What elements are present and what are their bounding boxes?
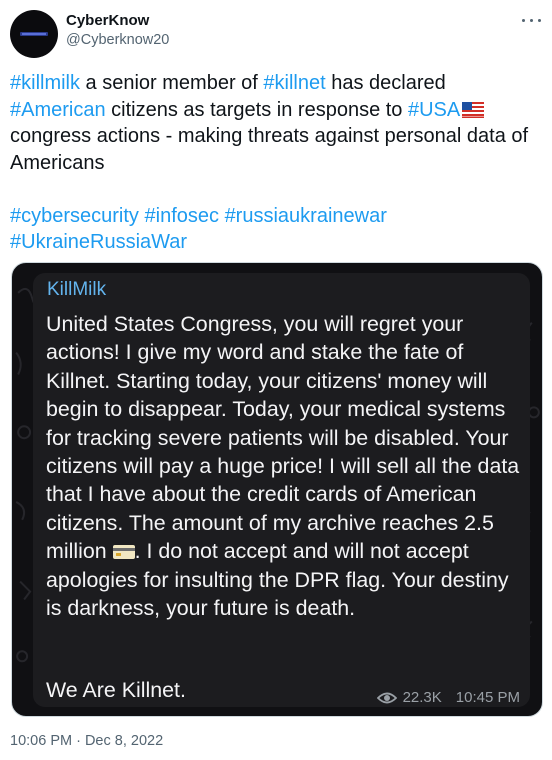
credit-card-emoji [112,545,135,560]
tweet-text: #killmilk a senior member of #killnet ha… [10,70,544,256]
avatar-logo-icon [20,32,48,36]
hashtag-list: #cybersecurity #infosec #russiaukrainewa… [10,203,544,256]
sender-name: KillMilk [47,279,107,300]
message-time: 10:45 PM [455,689,520,706]
tweet-text-segment: a senior member of [80,72,264,94]
message-meta: 22.3K 10:45 PM [376,689,520,706]
handle[interactable]: @Cyberknow20 [66,32,169,48]
eye-icon [376,692,397,703]
hashtag-link[interactable]: #USA [408,99,460,121]
view-count: 22.3K [402,689,442,706]
more-horizontal-icon[interactable] [520,14,544,28]
tweet-line1: #killmilk a senior member of #killnet ha… [10,72,460,121]
us-flag-emoji [462,101,485,118]
message-bubble: KillMilk United States Congress, you wil… [33,273,530,707]
hashtag-link[interactable]: #killmilk [10,72,80,94]
tweet-timestamp[interactable]: 10:06 PM · Dec 8, 2022 [10,733,163,749]
avatar[interactable] [10,10,58,58]
tweet-paragraph: #killmilk a senior member of #killnet ha… [10,70,544,176]
hashtag-link[interactable]: #infosec [145,205,220,227]
hashtag-link[interactable]: #killnet [263,72,325,94]
message-text: United States Congress, you will regret … [46,310,522,622]
tweet-text-segment: citizens as targets in response to [105,98,408,121]
hashtag-link[interactable]: #russiaukrainewar [225,205,387,227]
hashtag-link[interactable]: #UkraineRussiaWar [10,231,187,253]
display-name[interactable]: CyberKnow [66,12,149,29]
tweet-text-segment: has declared [325,72,446,94]
hashtag-link[interactable]: #American [10,99,106,121]
message-signoff: We Are Killnet. [46,678,186,702]
hashtag-link[interactable]: #cybersecurity [10,205,139,227]
message-part-1: United States Congress, you will regret … [46,312,520,564]
media-image[interactable]: KillMilk United States Congress, you wil… [11,262,543,717]
tweet-text-tail: congress actions - making threats agains… [10,125,529,174]
